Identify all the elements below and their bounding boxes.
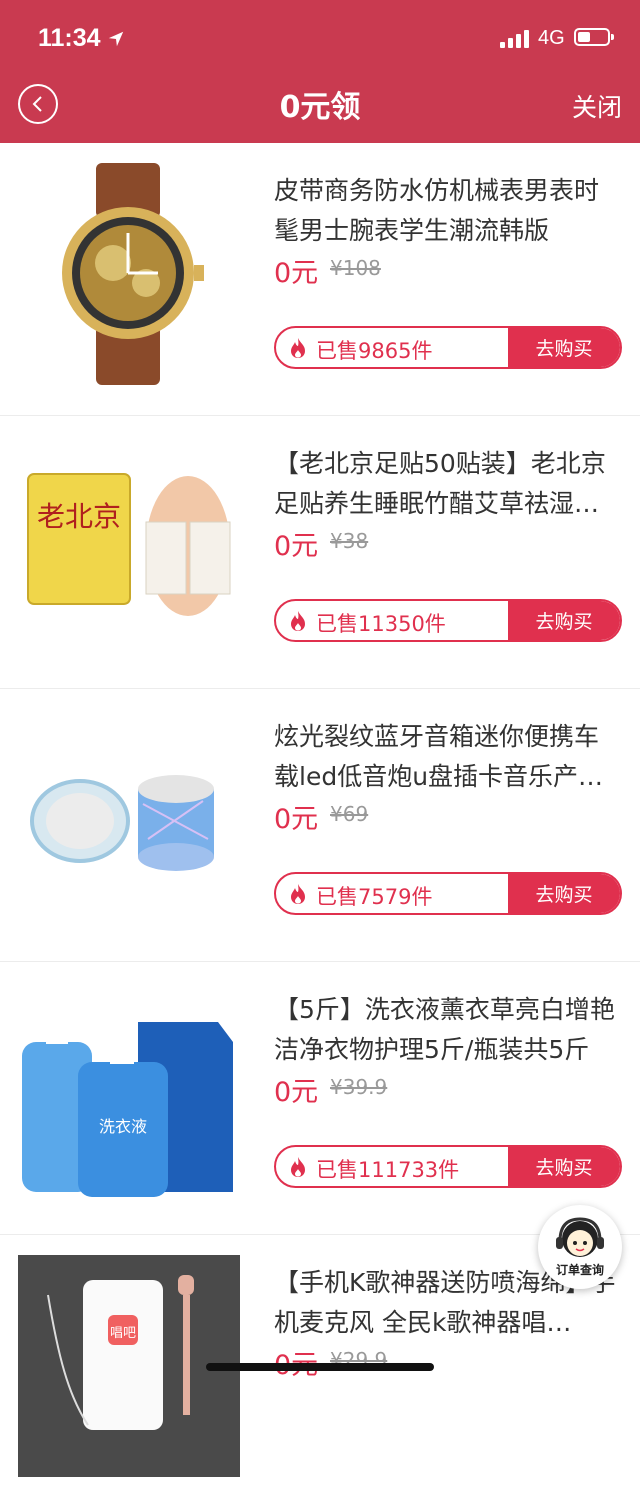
buy-button[interactable]: 去购买 xyxy=(508,1147,620,1186)
product-price: 0元 xyxy=(274,804,319,835)
signal-icon xyxy=(500,30,529,48)
order-query-label: 订单查询 xyxy=(555,1263,604,1277)
product-title: 皮带商务防水仿机械表男表时髦男士腕表学生潮流韩版 xyxy=(274,176,600,245)
package-text: 老北京 xyxy=(37,500,121,533)
buy-button[interactable]: 去购买 xyxy=(508,328,620,367)
product-image-foot-patch[interactable]: 老北京 xyxy=(18,436,240,658)
sold-count: 已售11350件 xyxy=(316,612,446,636)
product-item[interactable]: 炫光裂纹蓝牙音箱迷你便携车载led低音炮u盘插卡音乐产… 0元 ¥69 已售75… xyxy=(0,689,640,962)
product-price: 0元 xyxy=(274,531,319,562)
buy-button[interactable]: 去购买 xyxy=(508,874,620,913)
product-price: 0元 xyxy=(274,258,319,289)
close-button[interactable]: 关闭 xyxy=(572,88,622,124)
original-price: ¥69 xyxy=(330,802,369,826)
bottle-text: 洗衣液 xyxy=(99,1117,147,1136)
fire-icon xyxy=(291,611,305,631)
product-item[interactable]: 皮带商务防水仿机械表男表时髦男士腕表学生潮流韩版 0元 ¥108 已售9865件… xyxy=(0,143,640,416)
order-query-button[interactable]: 订单查询 xyxy=(538,1205,622,1289)
product-image-detergent[interactable]: 洗衣液 xyxy=(18,982,240,1204)
status-bar: 11:34 4G xyxy=(0,0,640,72)
original-price: ¥39.9 xyxy=(330,1075,388,1099)
product-price: 0元 xyxy=(274,1077,319,1108)
fire-icon xyxy=(291,1157,305,1177)
header-bar: 11:34 4G 0元领 关闭 xyxy=(0,0,640,143)
product-title: 【老北京足贴50贴装】老北京足贴养生睡眠竹醋艾草祛湿… xyxy=(274,449,606,518)
fire-icon xyxy=(291,884,305,904)
page-title: 0元领 xyxy=(279,90,361,125)
product-title: 【5斤】洗衣液薰衣草亮白增艳洁净衣物护理5斤/瓶装共5斤 xyxy=(274,995,615,1064)
status-time: 11:34 xyxy=(38,24,125,53)
sales-bar: 已售9865件 去购买 xyxy=(274,326,622,369)
product-item[interactable]: 老北京 【老北京足贴50贴装】老北京足贴养生睡眠竹醋艾草祛湿… 0元 ¥38 已… xyxy=(0,416,640,689)
sold-count: 已售9865件 xyxy=(316,339,433,363)
sold-count: 已售7579件 xyxy=(316,885,433,909)
sales-bar: 已售111733件 去购买 xyxy=(274,1145,622,1188)
original-price: ¥108 xyxy=(330,256,381,280)
buy-button[interactable]: 去购买 xyxy=(508,601,620,640)
network-type: 4G xyxy=(538,27,565,49)
phone-app-text: 唱吧 xyxy=(110,1326,136,1341)
battery-icon xyxy=(574,28,614,46)
product-title: 炫光裂纹蓝牙音箱迷你便携车载led低音炮u盘插卡音乐产… xyxy=(274,722,604,791)
sold-count: 已售111733件 xyxy=(316,1158,460,1182)
product-image-speaker[interactable] xyxy=(18,709,240,931)
original-price: ¥38 xyxy=(330,529,369,553)
product-item[interactable]: 洗衣液 【5斤】洗衣液薰衣草亮白增艳洁净衣物护理5斤/瓶装共5斤 0元 ¥39.… xyxy=(0,962,640,1235)
location-arrow-icon xyxy=(108,31,123,46)
fire-icon xyxy=(291,338,305,358)
sales-bar: 已售11350件 去购买 xyxy=(274,599,622,642)
sales-bar: 已售7579件 去购买 xyxy=(274,872,622,915)
product-image-watch[interactable] xyxy=(18,163,240,385)
home-indicator[interactable] xyxy=(206,1363,434,1371)
